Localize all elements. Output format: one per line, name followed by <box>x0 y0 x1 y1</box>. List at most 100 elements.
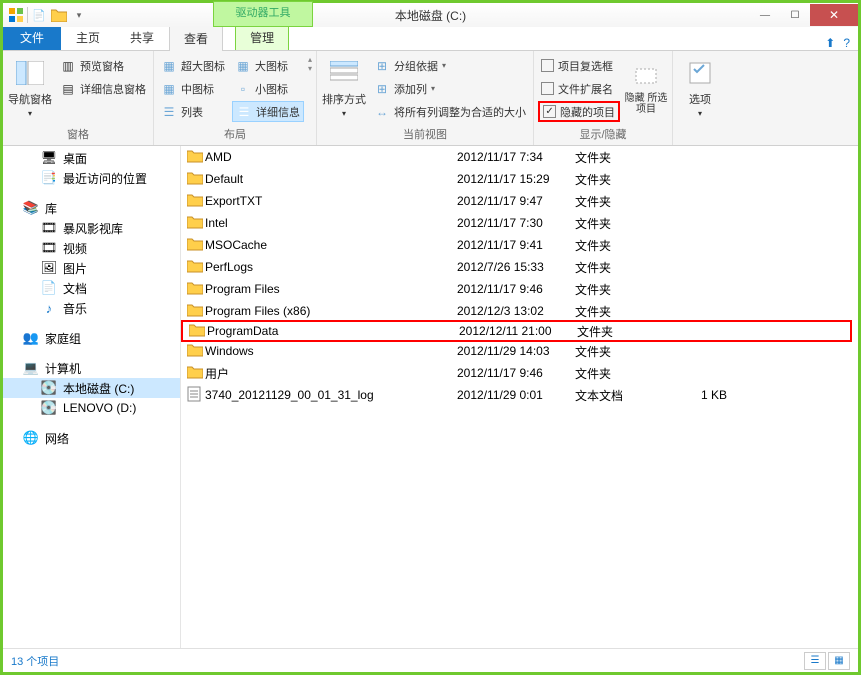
nav-homegroup[interactable]: 👥家庭组 <box>3 328 180 348</box>
file-row[interactable]: Program Files2012/11/17 9:46文件夹 <box>181 278 858 300</box>
hide-icon <box>630 59 662 91</box>
nav-desktop[interactable]: 🖥桌面 <box>3 148 180 168</box>
titlebar: 📄 ▾ 驱动器工具 本地磁盘 (C:) — ☐ ✕ <box>3 3 858 27</box>
file-row[interactable]: ProgramData2012/12/11 21:00文件夹 <box>181 320 852 342</box>
nav-baofeng[interactable]: 🎞暴风影视库 <box>3 218 180 238</box>
folder-icon <box>189 323 207 340</box>
details-button[interactable]: ☰详细信息 <box>232 101 304 122</box>
nav-network[interactable]: 🌐网络 <box>3 428 180 448</box>
small-icons-button[interactable]: ▫小图标 <box>232 78 304 99</box>
file-row[interactable]: AMD2012/11/17 7:34文件夹 <box>181 146 858 168</box>
drive-icon: 💽 <box>41 400 57 416</box>
file-row[interactable]: 3740_20121129_00_01_31_log2012/11/29 0:0… <box>181 384 858 406</box>
nav-pictures[interactable]: 🖼图片 <box>3 258 180 278</box>
file-date: 2012/11/29 0:01 <box>457 388 575 402</box>
file-name: ExportTXT <box>205 194 457 208</box>
sort-icon <box>328 57 360 89</box>
options-icon <box>684 57 716 89</box>
file-extensions-toggle[interactable]: 文件扩展名 <box>538 78 620 99</box>
file-name: 3740_20121129_00_01_31_log <box>205 388 457 402</box>
minimize-ribbon-icon[interactable]: ⬆ <box>825 36 835 50</box>
maximize-button[interactable]: ☐ <box>780 4 810 26</box>
folder-icon <box>187 259 205 276</box>
properties-icon[interactable]: 📄 <box>30 6 48 24</box>
nav-recent[interactable]: 📑最近访问的位置 <box>3 168 180 188</box>
file-date: 2012/12/3 13:02 <box>457 304 575 318</box>
details-pane-button[interactable]: ▤详细信息窗格 <box>57 78 149 99</box>
file-row[interactable]: Default2012/11/17 15:29文件夹 <box>181 168 858 190</box>
file-row[interactable]: PerfLogs2012/7/26 15:33文件夹 <box>181 256 858 278</box>
tab-file[interactable]: 文件 <box>3 24 61 50</box>
file-row[interactable]: Windows2012/11/29 14:03文件夹 <box>181 340 858 362</box>
file-name: Program Files <box>205 282 457 296</box>
nav-drive-c[interactable]: 💽本地磁盘 (C:) <box>3 378 180 398</box>
tab-view[interactable]: 查看 <box>169 25 223 51</box>
file-type: 文件夹 <box>575 343 675 360</box>
folder-icon <box>187 171 205 188</box>
group-label-showhide: 显示/隐藏 <box>579 125 626 143</box>
file-list[interactable]: AMD2012/11/17 7:34文件夹Default2012/11/17 1… <box>181 146 858 648</box>
minimize-button[interactable]: — <box>750 4 780 26</box>
file-name: MSOCache <box>205 238 457 252</box>
details-view-toggle[interactable]: ☰ <box>804 652 826 670</box>
item-count: 13 个项目 <box>11 653 59 669</box>
hidden-items-toggle[interactable]: ✓隐藏的项目 <box>538 101 620 122</box>
new-folder-icon[interactable] <box>50 6 68 24</box>
explorer-icon <box>7 6 25 24</box>
file-date: 2012/11/17 7:34 <box>457 150 575 164</box>
large-icons-button[interactable]: ▦大图标 <box>232 55 304 76</box>
folder-icon <box>187 303 205 320</box>
tab-manage[interactable]: 管理 <box>235 24 289 50</box>
file-type: 文件夹 <box>575 365 675 382</box>
folder-icon <box>187 215 205 232</box>
options-button[interactable]: 选项 ▾ <box>677 53 723 121</box>
groupby-button[interactable]: ⊞分组依据 ▾ <box>371 55 529 76</box>
sort-button[interactable]: 排序方式 ▾ <box>321 53 367 121</box>
size-columns-button[interactable]: ↔将所有列调整为合适的大小 <box>371 101 529 122</box>
nav-music[interactable]: ♪音乐 <box>3 298 180 318</box>
thumbnails-view-toggle[interactable]: ▦ <box>828 652 850 670</box>
folder-icon <box>187 237 205 254</box>
file-type: 文件夹 <box>575 193 675 210</box>
file-name: Default <box>205 172 457 186</box>
folder-icon <box>187 365 205 382</box>
navigation-tree[interactable]: 🖥桌面 📑最近访问的位置 📚库 🎞暴风影视库 🎞视频 🖼图片 📄文档 ♪音乐 👥… <box>3 146 181 648</box>
file-row[interactable]: MSOCache2012/11/17 9:41文件夹 <box>181 234 858 256</box>
drive-icon: 💽 <box>41 380 57 396</box>
nav-computer[interactable]: 💻计算机 <box>3 358 180 378</box>
network-icon: 🌐 <box>23 430 39 446</box>
nav-videos[interactable]: 🎞视频 <box>3 238 180 258</box>
nav-documents[interactable]: 📄文档 <box>3 278 180 298</box>
preview-pane-button[interactable]: ▥预览窗格 <box>57 55 149 76</box>
file-row[interactable]: Program Files (x86)2012/12/3 13:02文件夹 <box>181 300 858 322</box>
documents-icon: 📄 <box>41 280 57 296</box>
window-title: 本地磁盘 (C:) <box>395 7 466 24</box>
desktop-icon: 🖥 <box>41 150 57 166</box>
tab-home[interactable]: 主页 <box>61 24 115 50</box>
qat-dropdown-icon[interactable]: ▾ <box>70 6 88 24</box>
videos-icon: 🎞 <box>41 240 57 256</box>
file-type: 文本文档 <box>575 387 675 404</box>
close-button[interactable]: ✕ <box>810 4 858 26</box>
medium-icons-button[interactable]: ▦中图标 <box>158 78 228 99</box>
file-row[interactable]: 用户2012/11/17 9:46文件夹 <box>181 362 858 384</box>
tab-share[interactable]: 共享 <box>115 24 169 50</box>
xlarge-icons-button[interactable]: ▦超大图标 <box>158 55 228 76</box>
file-size: 1 KB <box>675 388 735 402</box>
item-checkboxes-toggle[interactable]: 项目复选框 <box>538 55 620 76</box>
file-date: 2012/11/17 9:41 <box>457 238 575 252</box>
file-row[interactable]: Intel2012/11/17 7:30文件夹 <box>181 212 858 234</box>
group-label-curview: 当前视图 <box>403 125 447 143</box>
file-type: 文件夹 <box>575 171 675 188</box>
nav-drive-d[interactable]: 💽LENOVO (D:) <box>3 398 180 418</box>
navigation-pane-button[interactable]: 导航窗格 ▾ <box>7 53 53 121</box>
help-icon[interactable]: ? <box>843 36 850 50</box>
hide-selected-button[interactable]: 隐藏 所选项目 <box>624 53 668 121</box>
file-type: 文件夹 <box>575 149 675 166</box>
file-type: 文件夹 <box>575 303 675 320</box>
add-columns-button[interactable]: ⊞添加列 ▾ <box>371 78 529 99</box>
nav-libraries[interactable]: 📚库 <box>3 198 180 218</box>
ribbon-tabs: 文件 主页 共享 查看 管理 ⬆ ? <box>3 27 858 51</box>
list-button[interactable]: ☰列表 <box>158 101 228 122</box>
file-row[interactable]: ExportTXT2012/11/17 9:47文件夹 <box>181 190 858 212</box>
